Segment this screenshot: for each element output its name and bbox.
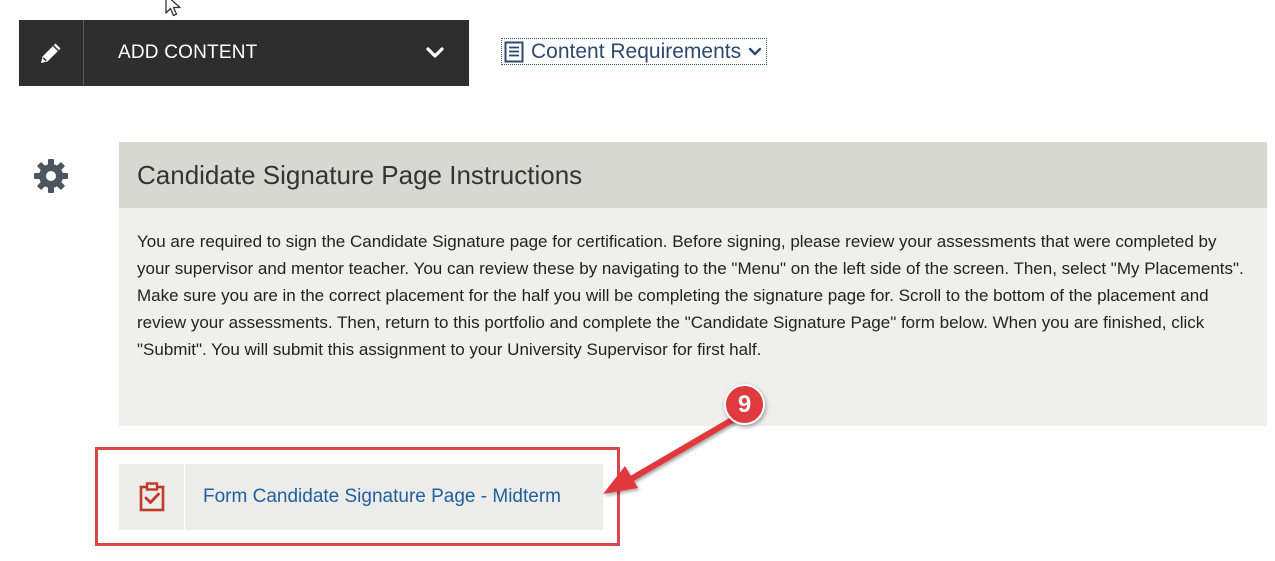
- pencil-icon: [41, 43, 61, 63]
- add-content-bar: ADD CONTENT: [19, 20, 469, 86]
- section-header: Candidate Signature Page Instructions: [119, 142, 1267, 208]
- document-list-icon: [504, 41, 524, 62]
- highlight-box: [95, 447, 620, 546]
- cursor-icon: [165, 0, 181, 17]
- gear-icon[interactable]: [33, 158, 69, 194]
- content-requirements-label: Content Requirements: [531, 39, 742, 63]
- add-content-label: ADD CONTENT: [118, 42, 258, 63]
- edit-button[interactable]: [19, 20, 84, 86]
- instructions-text: You are required to sign the Candidate S…: [137, 232, 1244, 359]
- step-number-badge: 9: [724, 384, 765, 425]
- section-title: Candidate Signature Page Instructions: [137, 159, 583, 190]
- chevron-down-icon: [426, 47, 444, 58]
- chevron-down-icon: [748, 47, 762, 55]
- content-requirements-dropdown[interactable]: Content Requirements: [501, 38, 768, 65]
- instructions-panel: You are required to sign the Candidate S…: [119, 208, 1267, 426]
- add-content-dropdown[interactable]: ADD CONTENT: [84, 20, 469, 86]
